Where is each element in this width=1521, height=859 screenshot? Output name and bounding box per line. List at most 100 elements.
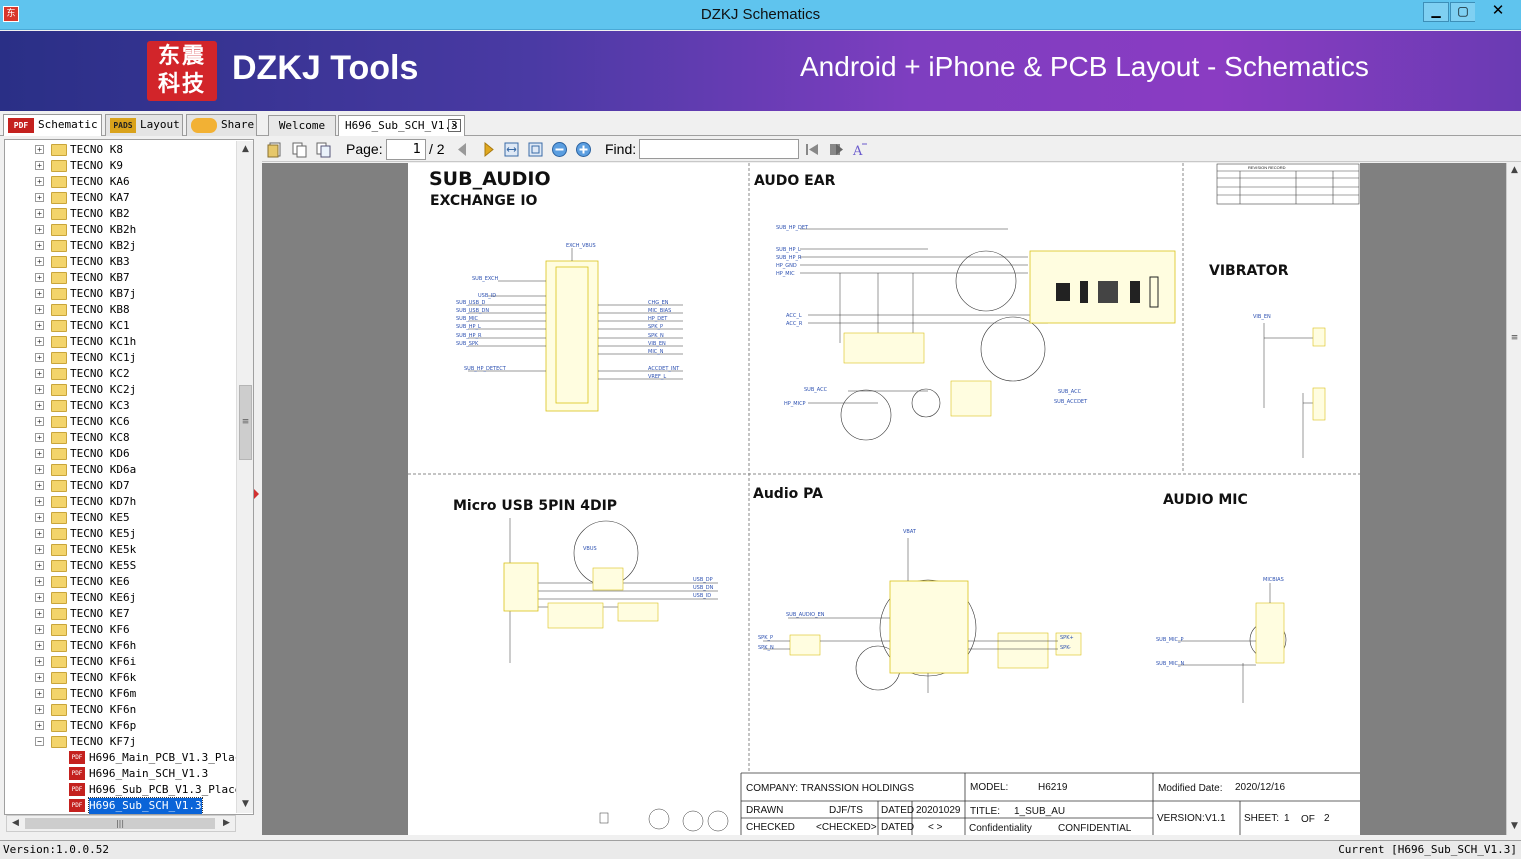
tree-folder-item[interactable]: + TECNO KD6a <box>5 462 237 478</box>
tree-folder-item[interactable]: + TECNO KB2 <box>5 206 237 222</box>
scroll-up-icon[interactable]: ▲ <box>1507 163 1521 178</box>
fit-width-icon[interactable] <box>503 141 520 158</box>
document-viewer[interactable]: EXCH_VBUS SUB_EXCH USB_ID SUB_USB_D SUB_USB… <box>262 163 1506 835</box>
tree-folder-item[interactable]: + TECNO KB7j <box>5 286 237 302</box>
tree-folder-item[interactable]: + TECNO KF6n <box>5 702 237 718</box>
expand-icon[interactable]: + <box>35 289 44 298</box>
tree-folder-item[interactable]: + TECNO KE5S <box>5 558 237 574</box>
tree-folder-item[interactable]: + TECNO KF6h <box>5 638 237 654</box>
tree-folder-item[interactable]: + TECNO KC1h <box>5 334 237 350</box>
panel-splitter[interactable] <box>254 139 261 836</box>
expand-icon[interactable]: + <box>35 545 44 554</box>
tree-folder-item[interactable]: + TECNO KE5k <box>5 542 237 558</box>
expand-icon[interactable]: + <box>35 305 44 314</box>
open-file-icon[interactable] <box>267 141 284 158</box>
expand-icon[interactable]: + <box>35 209 44 218</box>
close-button[interactable]: ✕ <box>1475 2 1521 22</box>
expand-icon[interactable]: + <box>35 225 44 234</box>
tree-folder-item[interactable]: + TECNO KC2j <box>5 382 237 398</box>
collapse-icon[interactable]: − <box>35 737 44 746</box>
expand-icon[interactable]: + <box>35 145 44 154</box>
tab-schematic[interactable]: PDF Schematic <box>3 114 102 136</box>
expand-icon[interactable]: + <box>35 385 44 394</box>
expand-icon[interactable]: + <box>35 609 44 618</box>
tree-folder-item[interactable]: + TECNO KB7 <box>5 270 237 286</box>
expand-icon[interactable]: + <box>35 657 44 666</box>
tree-folder-item[interactable]: + TECNO KC1 <box>5 318 237 334</box>
copy-icon[interactable] <box>291 141 308 158</box>
scroll-thumb[interactable]: ≡ <box>239 385 252 460</box>
tree-folder-item[interactable]: − TECNO KF7j <box>5 734 237 750</box>
highlight-text-icon[interactable]: A <box>852 141 869 158</box>
tree-folder-item[interactable]: + TECNO KD7h <box>5 494 237 510</box>
tree-file-item[interactable]: PDF H696_Sub_SCH_V1.3 <box>5 797 237 814</box>
tree-folder-item[interactable]: + TECNO K8 <box>5 142 237 158</box>
scroll-grip-icon[interactable]: ≡ <box>1507 331 1521 346</box>
expand-icon[interactable]: + <box>35 401 44 410</box>
scroll-right-icon[interactable]: ▶ <box>218 816 235 831</box>
next-page-icon[interactable] <box>480 141 497 158</box>
tree-folder-item[interactable]: + TECNO KF6k <box>5 670 237 686</box>
pages-icon[interactable] <box>315 141 332 158</box>
scroll-down-icon[interactable]: ▼ <box>237 796 254 813</box>
expand-icon[interactable]: + <box>35 529 44 538</box>
close-tab-icon[interactable]: ✕ <box>448 119 461 132</box>
expand-icon[interactable]: + <box>35 177 44 186</box>
find-prev-icon[interactable] <box>804 141 821 158</box>
tree-folder-item[interactable]: + TECNO KD7 <box>5 478 237 494</box>
collapse-arrow-icon[interactable] <box>254 489 259 499</box>
expand-icon[interactable]: + <box>35 465 44 474</box>
doc-tab-welcome[interactable]: Welcome <box>268 115 336 136</box>
tab-share[interactable]: Share <box>186 114 257 136</box>
expand-icon[interactable]: + <box>35 433 44 442</box>
tree-folder-item[interactable]: + TECNO KE6j <box>5 590 237 606</box>
expand-icon[interactable]: + <box>35 673 44 682</box>
expand-icon[interactable]: + <box>35 241 44 250</box>
tree-folder-item[interactable]: + TECNO KB3 <box>5 254 237 270</box>
tree-file-item[interactable]: PDF H696_Main_PCB_V1.3_Placem <box>5 750 253 766</box>
tree-folder-item[interactable]: + TECNO KE5 <box>5 510 237 526</box>
expand-icon[interactable]: + <box>35 161 44 170</box>
tree-folder-item[interactable]: + TECNO K9 <box>5 158 237 174</box>
expand-icon[interactable]: + <box>35 593 44 602</box>
expand-icon[interactable]: + <box>35 721 44 730</box>
scroll-thumb[interactable]: ||| <box>25 818 215 829</box>
expand-icon[interactable]: + <box>35 497 44 506</box>
tree-folder-item[interactable]: + TECNO KA6 <box>5 174 237 190</box>
tree-folder-item[interactable]: + TECNO KC1j <box>5 350 237 366</box>
tree-file-item[interactable]: PDF H696_Sub_PCB_V1.3_Placem <box>5 782 248 798</box>
expand-icon[interactable]: + <box>35 449 44 458</box>
tree-folder-item[interactable]: + TECNO KF6m <box>5 686 237 702</box>
tree-folder-item[interactable]: + TECNO KE6 <box>5 574 237 590</box>
fit-page-icon[interactable] <box>527 141 544 158</box>
expand-icon[interactable]: + <box>35 689 44 698</box>
scroll-up-icon[interactable]: ▲ <box>237 141 254 158</box>
tree-folder-item[interactable]: + TECNO KC6 <box>5 414 237 430</box>
expand-icon[interactable]: + <box>35 193 44 202</box>
expand-icon[interactable]: + <box>35 561 44 570</box>
tree-folder-item[interactable]: + TECNO KF6i <box>5 654 237 670</box>
minimize-button[interactable]: ▁ <box>1423 2 1449 22</box>
tree-folder-item[interactable]: + TECNO KF6p <box>5 718 237 734</box>
scroll-left-icon[interactable]: ◀ <box>7 816 24 831</box>
tree-folder-item[interactable]: + TECNO KE5j <box>5 526 237 542</box>
expand-icon[interactable]: + <box>35 353 44 362</box>
tree-folder-item[interactable]: + TECNO KC2 <box>5 366 237 382</box>
expand-icon[interactable]: + <box>35 641 44 650</box>
expand-icon[interactable]: + <box>35 417 44 426</box>
expand-icon[interactable]: + <box>35 257 44 266</box>
tab-layout[interactable]: PADS Layout <box>105 114 183 136</box>
expand-icon[interactable]: + <box>35 705 44 714</box>
tree-folder-item[interactable]: + TECNO KB2h <box>5 222 237 238</box>
tree-folder-item[interactable]: + TECNO KB8 <box>5 302 237 318</box>
zoom-in-icon[interactable] <box>575 141 592 158</box>
tree-folder-item[interactable]: + TECNO KF6 <box>5 622 237 638</box>
tree-folder-item[interactable]: + TECNO KD6 <box>5 446 237 462</box>
expand-icon[interactable]: + <box>35 577 44 586</box>
file-tree[interactable]: + TECNO K8 + TECNO K9 + TECNO KA6 + TECNO KA7 + T… <box>4 139 254 815</box>
expand-icon[interactable]: + <box>35 337 44 346</box>
tree-folder-item[interactable]: + TECNO KA7 <box>5 190 237 206</box>
zoom-out-icon[interactable] <box>551 141 568 158</box>
expand-icon[interactable]: + <box>35 369 44 378</box>
expand-icon[interactable]: + <box>35 625 44 634</box>
